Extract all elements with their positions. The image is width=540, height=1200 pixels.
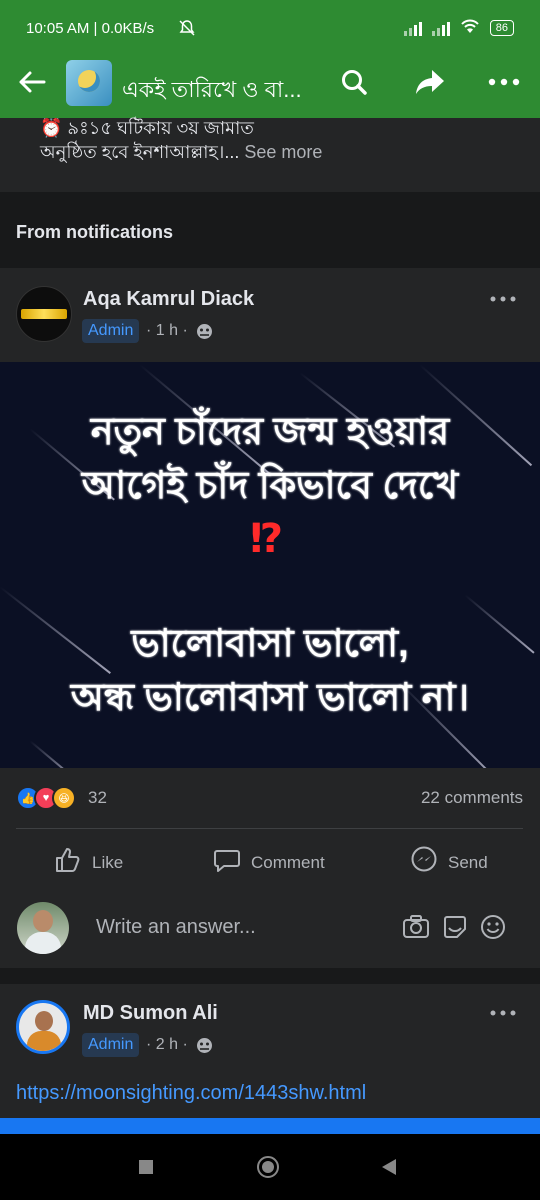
mute-icon [178, 19, 196, 41]
admin-badge: Admin [82, 319, 140, 343]
post-author[interactable]: MD Sumon Ali [83, 1002, 218, 1025]
more-options-icon[interactable] [484, 62, 524, 102]
image-text-line3: ভালোবাসা ভালো, [131, 623, 409, 665]
image-text-mark: ⁉ [250, 517, 284, 561]
see-more-link[interactable]: See more [239, 142, 322, 162]
post-more-icon[interactable] [490, 996, 516, 1022]
group-privacy-icon [196, 1037, 213, 1059]
comment-label: Comment [251, 852, 325, 872]
recents-icon[interactable] [138, 1159, 154, 1180]
answer-composer: Write an answer... [0, 898, 540, 962]
back-nav-icon[interactable] [380, 1158, 398, 1181]
post-card: Aqa Kamrul Diack Admin · 1 h · নতুন চাঁদ… [0, 268, 540, 968]
admin-badge: Admin [82, 1033, 140, 1057]
divider [16, 828, 523, 829]
post-time: · 2 h · [146, 1036, 188, 1053]
comment-bubble-icon [213, 846, 241, 879]
sticker-icon[interactable] [442, 914, 468, 945]
status-bar: 10:05 AM | 0.0KB/s 86 [0, 0, 540, 60]
previous-post-line2: অনুষ্ঠিত হবে ইনশাআল্লাহ।... See more [40, 138, 322, 169]
send-label: Send [448, 852, 488, 872]
post-image[interactable]: নতুন চাঁদের জন্ম হওয়ার আগেই চাঁদ কিভাবে… [0, 362, 540, 768]
signal-icon-2 [431, 20, 450, 36]
wifi-icon [460, 18, 480, 38]
avatar[interactable] [16, 286, 72, 342]
image-text-line4: অন্ধ ভালোবাসা ভালো না। [70, 677, 470, 719]
home-icon[interactable] [256, 1155, 280, 1184]
post-author[interactable]: Aqa Kamrul Diack [83, 288, 254, 311]
camera-icon[interactable] [402, 914, 430, 945]
comment-button[interactable]: Comment [213, 846, 325, 879]
previous-post: ⏰ ৯ঃ১৫ ঘটিকায় ৩য় জামাত অনুষ্ঠিত হবে ইন… [0, 118, 540, 192]
app-bar: একই তারিখে ও বা... [0, 60, 540, 118]
image-streak [29, 740, 77, 768]
like-label: Like [92, 852, 124, 872]
group-privacy-icon [196, 323, 213, 345]
post-more-icon[interactable] [490, 282, 516, 308]
comments-count[interactable]: 22 comments [421, 788, 523, 808]
like-button[interactable]: Like [54, 846, 123, 879]
user-avatar [17, 902, 69, 954]
send-button[interactable]: Send [410, 846, 488, 879]
battery-indicator: 86 [489, 20, 514, 36]
link-preview[interactable] [0, 1118, 540, 1134]
reaction-count[interactable]: 32 [88, 788, 107, 808]
system-nav-bar [0, 1134, 540, 1200]
answer-input[interactable]: Write an answer... [96, 916, 256, 939]
previous-post-text: অনুষ্ঠিত হবে ইনশাআল্লাহ।... [40, 142, 240, 162]
signal-icon [403, 20, 422, 36]
status-time: 10:05 AM | 0.0KB/s [26, 20, 155, 37]
avatar[interactable] [16, 1000, 70, 1054]
image-text-line2: আগেই চাঁদ কিভাবে দেখে [81, 465, 459, 507]
reaction-icons[interactable]: 👍 ♥ 😆 [16, 786, 76, 810]
emoji-icon[interactable] [480, 914, 506, 945]
post-link[interactable]: https://moonsighting.com/1443shw.html [16, 1082, 366, 1105]
group-title[interactable]: একই তারিখে ও বা... [122, 73, 302, 110]
back-arrow-icon[interactable] [12, 62, 52, 102]
post-time: · 1 h · [146, 322, 188, 339]
haha-reaction-icon: 😆 [52, 786, 76, 810]
group-thumbnail[interactable] [66, 60, 112, 106]
share-icon[interactable] [410, 62, 450, 102]
section-header: From notifications [16, 222, 173, 242]
search-icon[interactable] [334, 62, 374, 102]
image-text-line1: নতুন চাঁদের জন্ম হওয়ার [90, 411, 450, 453]
messenger-icon [410, 846, 438, 879]
thumbs-up-icon [54, 846, 82, 879]
